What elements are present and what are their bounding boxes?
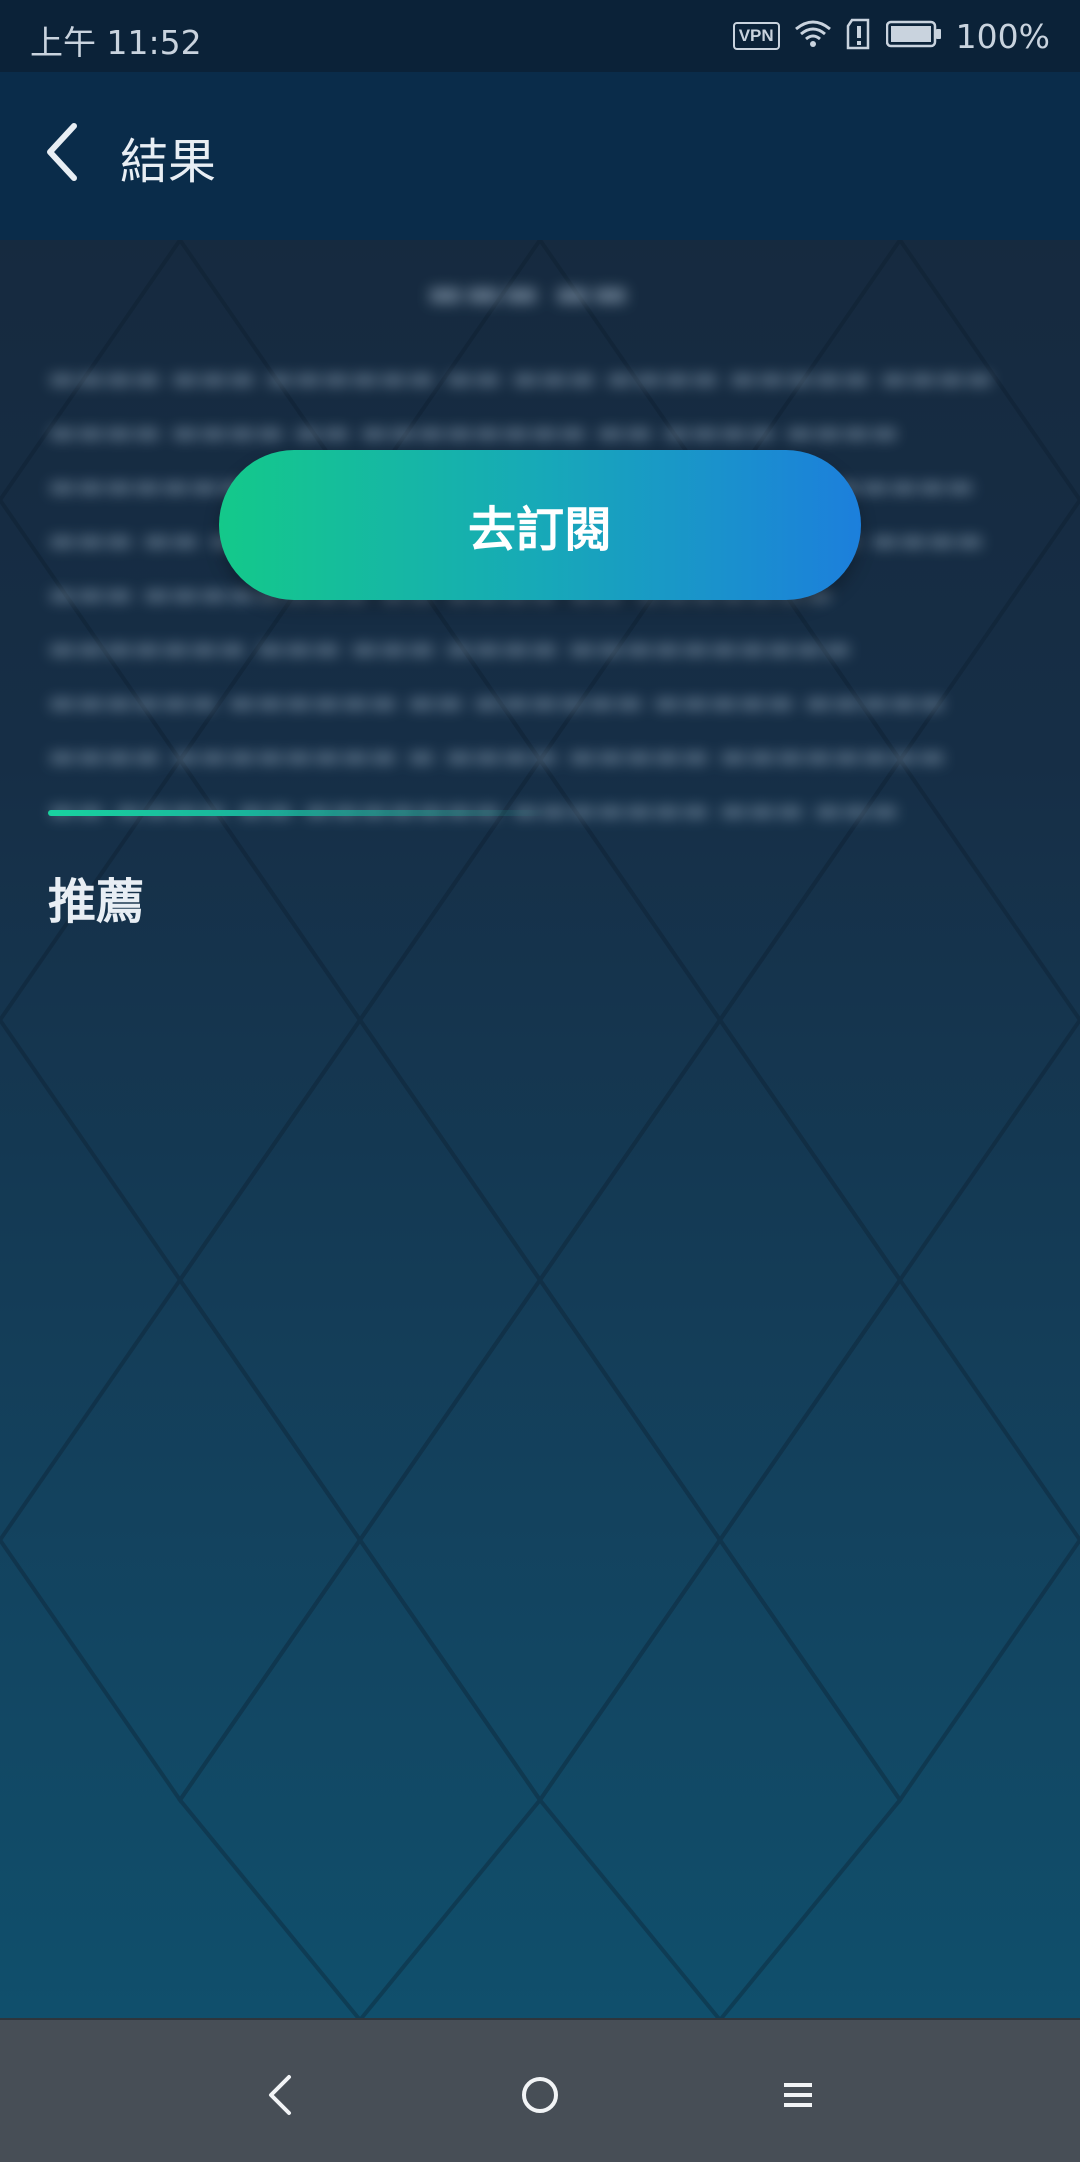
status-icons: VPN 100%: [732, 14, 1050, 58]
section-title-recommend: 推薦: [48, 874, 145, 930]
back-button[interactable]: [30, 112, 94, 192]
sim-alert-icon: [846, 18, 872, 54]
section-divider: [48, 810, 548, 816]
battery-icon: [885, 20, 942, 52]
nav-back-button[interactable]: [240, 2055, 320, 2135]
nav-menu-button[interactable]: [758, 2055, 838, 2135]
back-icon: [269, 2075, 291, 2115]
subscribe-button[interactable]: 去訂閱: [219, 450, 861, 600]
app-bar: 結果: [0, 72, 1080, 240]
system-nav-bar: [0, 2018, 1080, 2162]
page-title: 結果: [120, 134, 217, 190]
home-icon: [522, 2077, 558, 2113]
chevron-left-icon: [47, 123, 77, 181]
status-time: 上午 11:52: [30, 23, 202, 62]
status-bar: 上午 11:52 VPN 100%: [0, 0, 1080, 72]
nav-home-button[interactable]: [500, 2055, 580, 2135]
menu-icon: [784, 2083, 812, 2107]
battery-percent: 100%: [955, 16, 1050, 56]
wifi-icon: [794, 19, 832, 53]
vpn-icon: VPN: [732, 22, 780, 50]
